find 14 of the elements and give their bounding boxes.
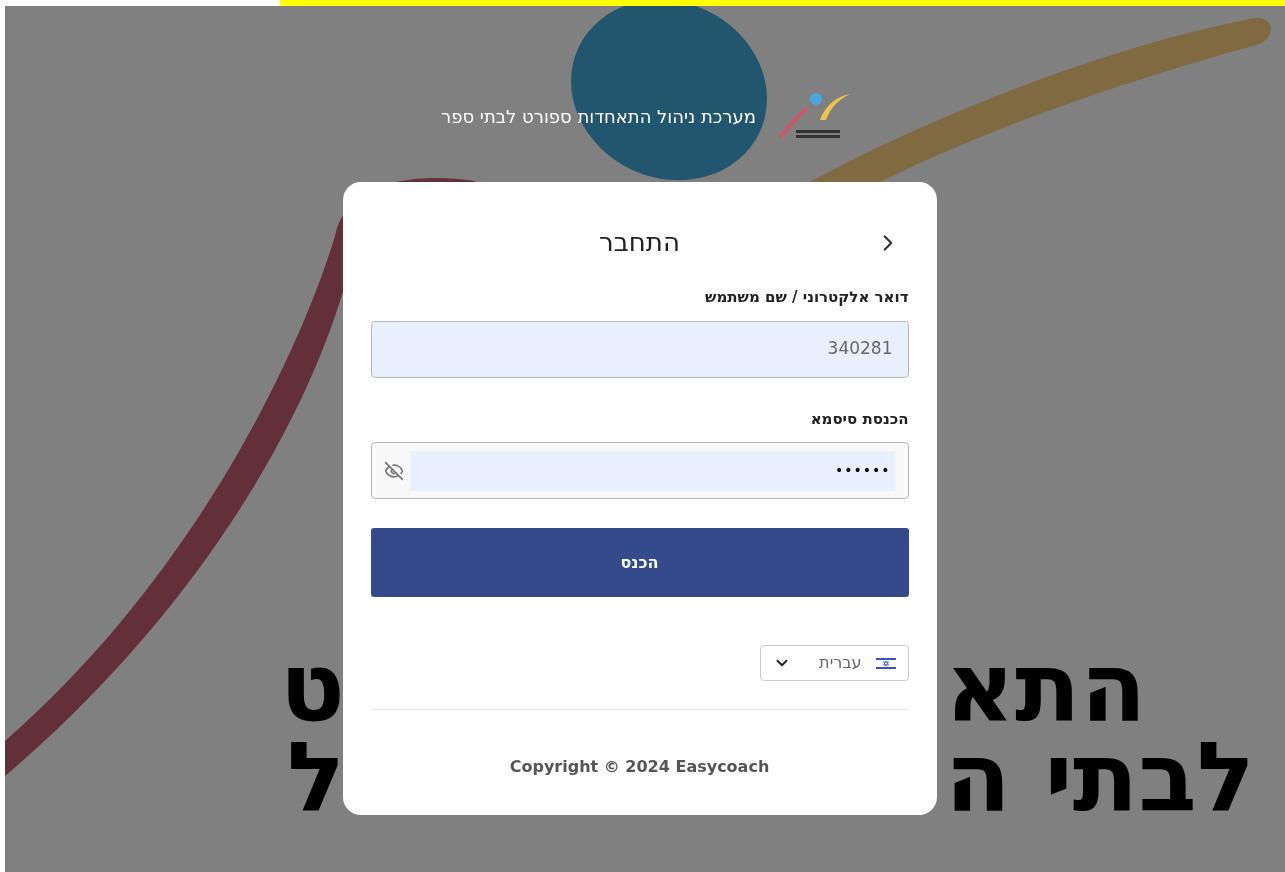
copyright-text: Copyright © 2024 Easycoach: [508, 756, 771, 778]
system-title: מערכת ניהול התאחדות ספורט לבתי ספר: [441, 104, 756, 129]
flag-icon: [875, 656, 896, 670]
password-value: ••••••: [834, 461, 891, 480]
submit-button[interactable]: הכנס: [370, 528, 909, 597]
hide-password-icon[interactable]: [383, 460, 404, 481]
username-value: 340281: [827, 337, 893, 361]
login-title: התחבר: [599, 225, 680, 259]
language-value: עברית: [819, 652, 862, 674]
username-label: דואר אלקטרוני / שם משתמש: [704, 287, 909, 308]
language-select[interactable]: עברית: [759, 645, 909, 681]
password-field[interactable]: ••••••: [370, 442, 909, 499]
username-field[interactable]: 340281: [370, 320, 909, 378]
password-label: הכנסת סיסמא: [809, 408, 909, 430]
